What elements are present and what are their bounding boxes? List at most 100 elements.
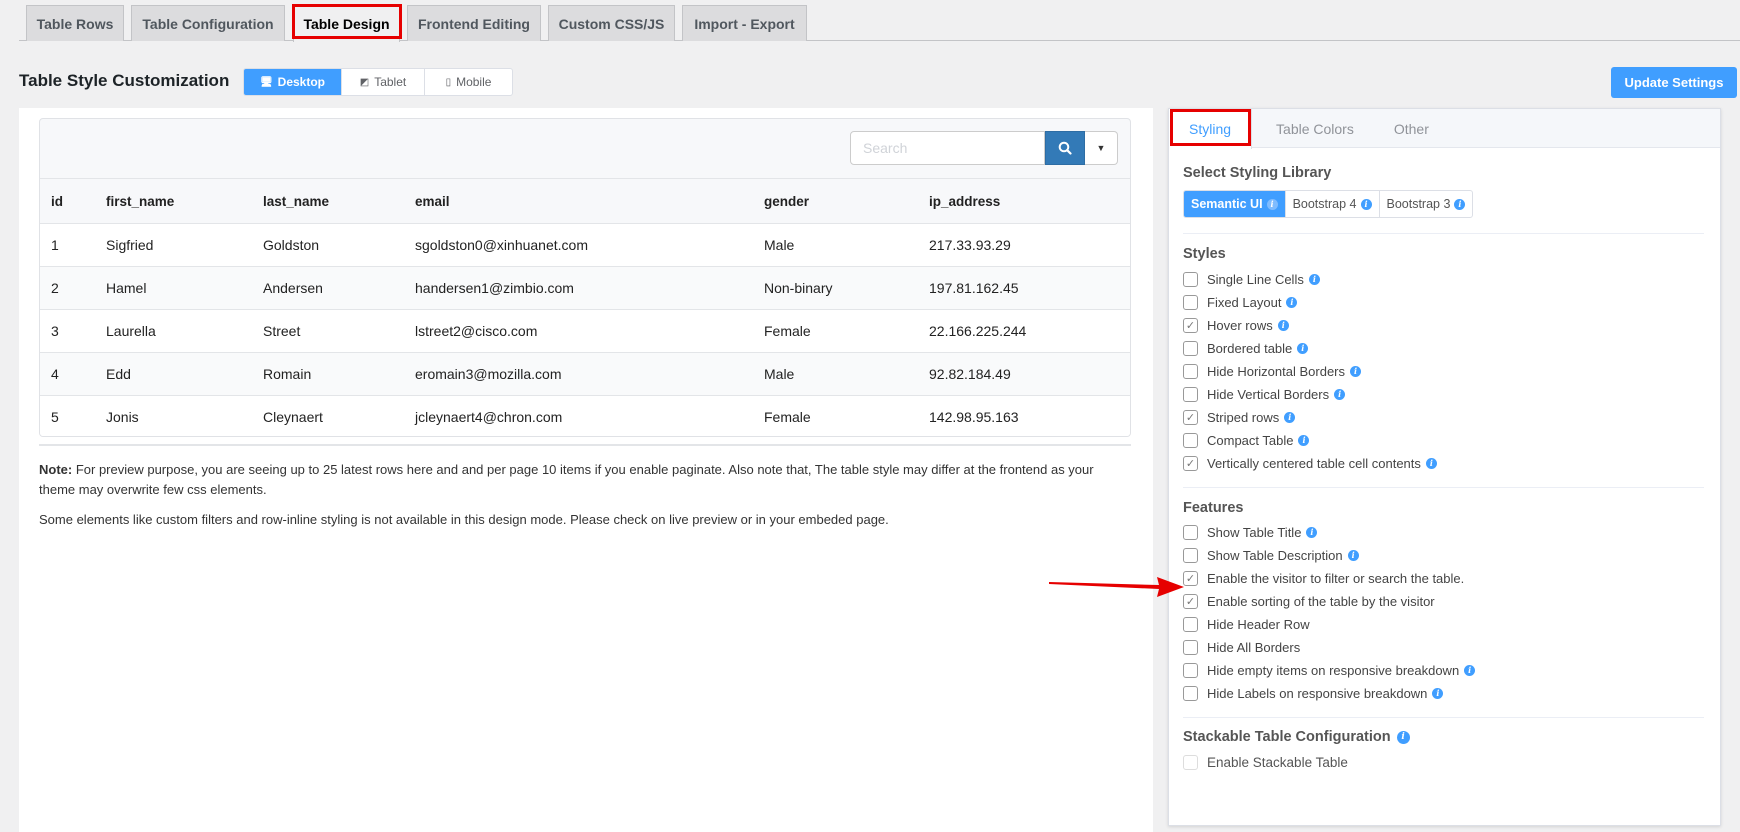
search-button[interactable]: [1045, 131, 1085, 165]
checkbox-checked[interactable]: ✓: [1183, 456, 1198, 471]
library-label: Semantic UI: [1191, 197, 1263, 211]
checkbox[interactable]: [1183, 433, 1198, 448]
checkbox[interactable]: [1183, 364, 1198, 379]
tab-other[interactable]: Other: [1374, 109, 1450, 148]
option-hide-vertical-borders[interactable]: Hide Vertical Borders i: [1183, 383, 1706, 406]
table-cell: Female: [753, 309, 918, 353]
desktop-icon: 🖥: [259, 76, 273, 88]
table-cell: 92.82.184.49: [918, 352, 1130, 396]
checkbox[interactable]: [1183, 272, 1198, 287]
column-header[interactable]: email: [404, 178, 753, 224]
option-show-table-description[interactable]: Show Table Description i: [1183, 544, 1706, 567]
option-enable-sorting-of-the-table-by-the-visitor[interactable]: ✓ Enable sorting of the table by the visi…: [1183, 590, 1706, 613]
styling-library-title: Select Styling Library: [1183, 165, 1332, 181]
device-mobile-button[interactable]: ▯ Mobile: [425, 69, 512, 95]
option-enable-stackable-table[interactable]: Enable Stackable Table: [1183, 751, 1706, 774]
search-input[interactable]: [850, 131, 1045, 165]
checkbox[interactable]: [1183, 640, 1198, 655]
option-hide-horizontal-borders[interactable]: Hide Horizontal Borders i: [1183, 360, 1706, 383]
option-bordered-table[interactable]: Bordered table i: [1183, 337, 1706, 360]
checkbox[interactable]: [1183, 617, 1198, 632]
checkbox[interactable]: [1183, 663, 1198, 678]
library-semantic-ui-button[interactable]: Semantic UI i: [1184, 191, 1286, 217]
option-label: Hide All Borders: [1207, 640, 1301, 655]
option-fixed-layout[interactable]: Fixed Layout i: [1183, 291, 1706, 314]
tab-table-design[interactable]: Table Design: [293, 5, 400, 42]
tab-styling[interactable]: Styling: [1169, 109, 1253, 149]
divider: [39, 444, 1131, 446]
library-bootstrap-3-button[interactable]: Bootstrap 3i: [1380, 191, 1473, 217]
info-icon[interactable]: i: [1432, 688, 1444, 699]
tab-custom-css-js[interactable]: Custom CSS/JS: [548, 5, 675, 41]
info-icon[interactable]: i: [1297, 343, 1309, 354]
option-hover-rows[interactable]: ✓ Hover rows i: [1183, 314, 1706, 337]
checkbox-checked[interactable]: ✓: [1183, 410, 1198, 425]
table-cell: 4: [40, 352, 95, 396]
checkbox-checked[interactable]: ✓: [1183, 594, 1198, 609]
column-header[interactable]: gender: [753, 178, 918, 224]
table-cell: Jonis: [95, 395, 252, 436]
option-hide-all-borders[interactable]: Hide All Borders: [1183, 636, 1706, 659]
info-icon[interactable]: i: [1347, 550, 1359, 561]
checkbox-checked[interactable]: ✓: [1183, 318, 1198, 333]
device-tablet-button[interactable]: ◩ Tablet: [342, 69, 425, 95]
info-icon[interactable]: i: [1350, 366, 1362, 377]
info-icon[interactable]: i: [1334, 389, 1346, 400]
option-hide-empty-items-on-responsive-breakdown[interactable]: Hide empty items on responsive breakdown…: [1183, 659, 1706, 682]
tab-table-configuration[interactable]: Table Configuration: [131, 5, 285, 41]
table-cell: Female: [753, 395, 918, 436]
column-header[interactable]: last_name: [252, 178, 404, 224]
table-cell: Hamel: [95, 266, 252, 310]
info-icon[interactable]: i: [1266, 198, 1278, 210]
info-icon[interactable]: i: [1284, 412, 1296, 423]
search-options-dropdown[interactable]: ▼: [1085, 131, 1118, 165]
checkbox-checked[interactable]: ✓: [1183, 571, 1198, 586]
checkbox[interactable]: [1183, 295, 1198, 310]
checkbox[interactable]: [1183, 686, 1198, 701]
option-compact-table[interactable]: Compact Table i: [1183, 429, 1706, 452]
table-cell: Romain: [252, 352, 404, 396]
info-icon[interactable]: i: [1298, 435, 1310, 446]
option-enable-the-visitor-to-filter-or-search-the-table[interactable]: ✓ Enable the visitor to filter or search …: [1183, 567, 1706, 590]
checkmark-icon: ✓: [1185, 596, 1196, 608]
tab-import-export[interactable]: Import - Export: [682, 5, 807, 41]
checkbox[interactable]: [1183, 387, 1198, 402]
device-desktop-button[interactable]: 🖥 Desktop: [244, 69, 342, 95]
tab-table-rows[interactable]: Table Rows: [26, 5, 124, 41]
info-icon[interactable]: i: [1277, 320, 1289, 331]
option-label: Enable the visitor to filter or search t…: [1207, 571, 1465, 586]
library-bootstrap-4-button[interactable]: Bootstrap 4i: [1286, 191, 1380, 217]
column-header[interactable]: ip_address: [918, 178, 1130, 224]
info-icon[interactable]: i: [1308, 274, 1320, 285]
table-header-row: id first_name last_name email gender ip_…: [40, 178, 1130, 224]
checkbox[interactable]: [1183, 341, 1198, 356]
tab-table-colors[interactable]: Table Colors: [1252, 109, 1374, 148]
info-icon[interactable]: i: [1464, 665, 1476, 676]
option-vertically-centered-table-cell-contents[interactable]: ✓ Vertically centered table cell contents…: [1183, 452, 1706, 475]
tab-frontend-editing[interactable]: Frontend Editing: [407, 5, 541, 41]
update-settings-button[interactable]: Update Settings: [1611, 67, 1737, 98]
option-single-line-cells[interactable]: Single Line Cells i: [1183, 268, 1706, 291]
info-icon[interactable]: i: [1306, 527, 1318, 538]
checkbox[interactable]: [1183, 548, 1198, 563]
option-hide-labels-on-responsive-breakdown[interactable]: Hide Labels on responsive breakdown i: [1183, 682, 1706, 705]
checkbox[interactable]: [1183, 525, 1198, 540]
option-striped-rows[interactable]: ✓ Striped rows i: [1183, 406, 1706, 429]
note-label: Note:: [39, 462, 73, 477]
column-header[interactable]: id: [40, 178, 95, 224]
info-icon[interactable]: i: [1396, 730, 1410, 744]
table-cell: Street: [252, 309, 404, 353]
info-icon[interactable]: i: [1360, 198, 1372, 210]
info-icon[interactable]: i: [1454, 198, 1466, 210]
info-icon[interactable]: i: [1286, 297, 1298, 308]
checkmark-icon: ✓: [1185, 412, 1196, 424]
settings-tabs: Styling Table Colors Other: [1169, 109, 1720, 149]
option-hide-header-row[interactable]: Hide Header Row: [1183, 613, 1706, 636]
option-show-table-title[interactable]: Show Table Title i: [1183, 521, 1706, 544]
column-header[interactable]: first_name: [95, 178, 252, 224]
caret-down-icon: ▼: [1096, 143, 1106, 153]
option-label: Enable sorting of the table by the visit…: [1207, 594, 1435, 609]
checkbox[interactable]: [1183, 755, 1198, 770]
features-options: Show Table Title i Show Table Description i…: [1183, 521, 1706, 705]
info-icon[interactable]: i: [1425, 458, 1437, 469]
